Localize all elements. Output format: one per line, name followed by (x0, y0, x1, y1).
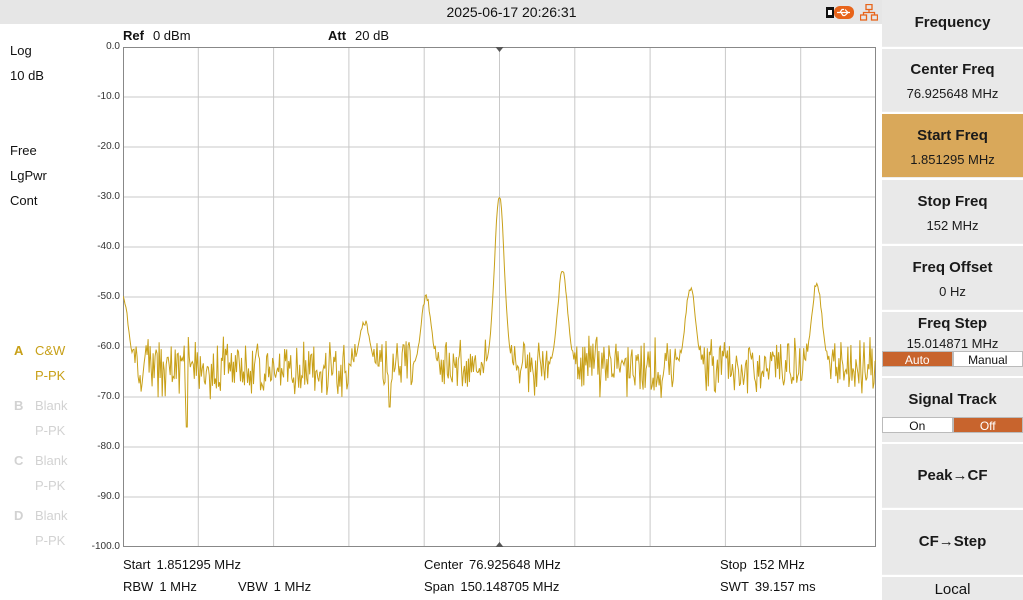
y-tick-label: 0.0 (106, 41, 120, 52)
signal-track-on[interactable]: On (882, 417, 953, 433)
swt-readout: SWT 39.157 ms (720, 579, 816, 594)
rbw-value: 1 MHz (159, 579, 197, 594)
span-label: Span (424, 579, 455, 594)
start-freq-button[interactable]: Start Freq 1.851295 MHz (882, 112, 1023, 177)
scale-division: 10 dB (10, 68, 44, 83)
y-tick-label: -10.0 (97, 91, 120, 102)
freq-offset-label: Freq Offset (912, 259, 993, 276)
trace-c-mode[interactable]: Blank (35, 453, 68, 468)
freq-step-label: Freq Step (917, 315, 988, 332)
center-value: 76.925648 MHz (469, 557, 561, 572)
trace-d-mode[interactable]: Blank (35, 508, 68, 523)
network-icon (860, 4, 878, 21)
center-freq-value: 76.925648 MHz (906, 86, 999, 101)
y-tick-label: -90.0 (97, 491, 120, 502)
start-value: 1.851295 MHz (156, 557, 242, 572)
center-readout: Center 76.925648 MHz (424, 557, 561, 572)
trace-d-letter[interactable]: D (14, 508, 23, 523)
center-marker-top-icon (495, 47, 504, 52)
ref-level: Ref 0 dBm (123, 28, 191, 43)
menu-title-label: Frequency (914, 14, 991, 31)
start-freq-label: Start Freq (917, 127, 988, 144)
cf-to-step-button[interactable]: CF→Step (882, 508, 1023, 574)
swt-value: 39.157 ms (754, 579, 816, 594)
span-value: 150.148705 MHz (460, 579, 560, 594)
span-readout: Span 150.148705 MHz (424, 579, 559, 594)
swt-label: SWT (720, 579, 749, 594)
freq-step-auto[interactable]: Auto (882, 351, 953, 367)
y-tick-label: -60.0 (97, 341, 120, 352)
att-value: 20 dB (355, 28, 390, 43)
att-label: Att (328, 28, 347, 43)
stop-freq-label: Stop Freq (917, 193, 988, 210)
y-tick-label: -20.0 (97, 141, 120, 152)
vbw-label: VBW (238, 579, 268, 594)
local-button[interactable]: Local (882, 575, 1023, 600)
stop-freq-button[interactable]: Stop Freq 152 MHz (882, 178, 1023, 243)
vbw-value: 1 MHz (273, 579, 312, 594)
ref-label: Ref (123, 28, 144, 43)
cf-to-step-label: CF→Step (918, 533, 987, 550)
y-tick-label: -70.0 (97, 391, 120, 402)
trace-c-letter[interactable]: C (14, 453, 23, 468)
start-freq-value: 1.851295 MHz (910, 152, 995, 167)
menu-title: Frequency (882, 0, 1023, 46)
freq-offset-value: 0 Hz (939, 284, 966, 299)
usb-icon (826, 6, 854, 19)
freq-offset-button[interactable]: Freq Offset 0 Hz (882, 244, 1023, 309)
ref-value: 0 dBm (152, 28, 191, 43)
start-readout: Start 1.851295 MHz (123, 557, 241, 572)
signal-track-off[interactable]: Off (952, 417, 1023, 433)
peak-to-cf-label: Peak→CF (917, 467, 988, 484)
y-tick-label: -30.0 (97, 191, 120, 202)
y-tick-label: -80.0 (97, 441, 120, 452)
trace-b-detector[interactable]: P-PK (35, 423, 65, 438)
rbw-readout: RBW 1 MHz (123, 579, 197, 594)
center-label: Center (424, 557, 464, 572)
signal-track-label: Signal Track (908, 391, 997, 408)
signal-track-toggle[interactable]: On Off (882, 417, 1023, 433)
y-tick-label: -50.0 (97, 291, 120, 302)
stop-freq-value: 152 MHz (926, 218, 979, 233)
rbw-label: RBW (123, 579, 154, 594)
freq-step-manual[interactable]: Manual (952, 351, 1023, 367)
center-marker-bottom-icon (495, 542, 504, 547)
stop-value: 152 MHz (752, 557, 805, 572)
trace-a-detector[interactable]: P-PK (35, 368, 65, 383)
stop-readout: Stop 152 MHz (720, 557, 805, 572)
start-label: Start (123, 557, 151, 572)
y-tick-label: -40.0 (97, 241, 120, 252)
peak-to-cf-button[interactable]: Peak→CF (882, 442, 1023, 507)
freq-step-toggle[interactable]: Auto Manual (882, 351, 1023, 367)
freq-step-value: 15.014871 MHz (906, 336, 999, 351)
detector-mode: LgPwr (10, 168, 47, 183)
local-label: Local (934, 581, 971, 598)
center-freq-button[interactable]: Center Freq 76.925648 MHz (882, 47, 1023, 111)
spectrum-plot[interactable] (123, 47, 876, 547)
stop-label: Stop (720, 557, 747, 572)
y-tick-label: -100.0 (91, 541, 120, 552)
center-freq-label: Center Freq (910, 61, 995, 78)
vbw-readout: VBW 1 MHz (238, 579, 311, 594)
attenuation: Att 20 dB (328, 28, 389, 43)
